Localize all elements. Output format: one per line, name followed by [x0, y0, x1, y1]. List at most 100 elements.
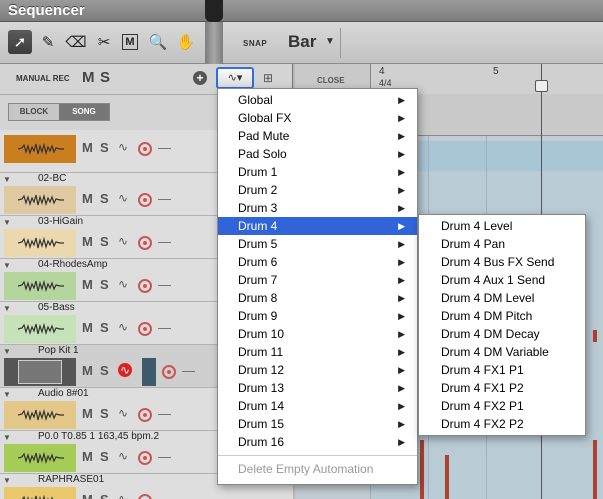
- clip-thumbnail[interactable]: [4, 444, 76, 472]
- playhead-handle[interactable]: [535, 80, 548, 92]
- menu-item-drum-2[interactable]: Drum 2 ▶: [218, 181, 417, 199]
- menu-item-drum-1[interactable]: Drum 1 ▶: [218, 163, 417, 181]
- eraser-tool-icon[interactable]: ⌫: [64, 30, 88, 54]
- clip-thumbnail[interactable]: [4, 135, 76, 163]
- submenu-item-drum-4-bus-fx-send[interactable]: Drum 4 Bus FX Send: [419, 253, 585, 271]
- submenu-item-drum-4-pan[interactable]: Drum 4 Pan: [419, 235, 585, 253]
- automation-icon[interactable]: ∿: [118, 492, 128, 499]
- record-arm-icon[interactable]: [138, 494, 152, 499]
- mute-button[interactable]: M: [82, 234, 93, 249]
- submenu-item-drum-4-fx2-p1[interactable]: Drum 4 FX2 P1: [419, 397, 585, 415]
- clip-thumbnail[interactable]: [4, 315, 76, 343]
- menu-item-global-fx[interactable]: Global FX ▶: [218, 109, 417, 127]
- solo-button[interactable]: S: [100, 277, 109, 292]
- menu-item-drum-10[interactable]: Drum 10 ▶: [218, 325, 417, 343]
- mute-button[interactable]: M: [82, 449, 93, 464]
- menu-item-drum-3[interactable]: Drum 3 ▶: [218, 199, 417, 217]
- menu-item-drum-7[interactable]: Drum 7 ▶: [218, 271, 417, 289]
- automation-icon[interactable]: ∿: [118, 449, 128, 463]
- expand-arrow-icon[interactable]: ▼: [3, 433, 11, 442]
- menu-item-drum-4[interactable]: Drum 4 ▶: [218, 217, 417, 235]
- expand-arrow-icon[interactable]: ▼: [3, 390, 11, 399]
- menu-item-drum-16[interactable]: Drum 16 ▶: [218, 433, 417, 451]
- mute-button[interactable]: M: [82, 320, 93, 335]
- solo-button[interactable]: S: [100, 492, 109, 499]
- snap-select[interactable]: Bar: [288, 32, 316, 52]
- record-arm-icon[interactable]: [138, 279, 152, 293]
- clip-thumbnail[interactable]: [4, 487, 76, 499]
- solo-all-button[interactable]: S: [100, 69, 110, 86]
- submenu-item-drum-4-dm-variable[interactable]: Drum 4 DM Variable: [419, 343, 585, 361]
- record-arm-icon[interactable]: [138, 322, 152, 336]
- mute-button[interactable]: M: [82, 140, 93, 155]
- solo-button[interactable]: S: [100, 363, 109, 378]
- automation-menu-button[interactable]: ∿▾: [216, 67, 254, 89]
- record-arm-icon[interactable]: [138, 408, 152, 422]
- expand-arrow-icon[interactable]: ▼: [3, 304, 11, 313]
- submenu-item-drum-4-dm-level[interactable]: Drum 4 DM Level: [419, 289, 585, 307]
- hand-tool-icon[interactable]: ✋: [174, 30, 198, 54]
- mute-tool-icon[interactable]: M: [122, 34, 138, 50]
- clip-thumbnail[interactable]: [4, 401, 76, 429]
- record-arm-icon[interactable]: [138, 451, 152, 465]
- volume-slider[interactable]: —: [158, 320, 171, 335]
- clip-thumbnail[interactable]: [4, 229, 76, 257]
- automation-icon[interactable]: ∿: [118, 406, 128, 420]
- volume-slider[interactable]: —: [158, 277, 171, 292]
- razor-tool-icon[interactable]: ✂: [92, 30, 116, 54]
- event-marker[interactable]: [420, 440, 424, 499]
- magnify-tool-icon[interactable]: 🔍: [146, 30, 170, 54]
- mute-button[interactable]: M: [82, 277, 93, 292]
- volume-slider[interactable]: —: [158, 406, 171, 421]
- record-arm-icon[interactable]: [138, 236, 152, 250]
- volume-slider[interactable]: —: [158, 234, 171, 249]
- block-song-toggle[interactable]: BLOCK SONG: [8, 103, 110, 121]
- menu-item-drum-14[interactable]: Drum 14 ▶: [218, 397, 417, 415]
- menu-item-pad-mute[interactable]: Pad Mute ▶: [218, 127, 417, 145]
- expand-arrow-icon[interactable]: ▼: [3, 175, 11, 184]
- submenu-item-drum-4-fx1-p2[interactable]: Drum 4 FX1 P2: [419, 379, 585, 397]
- record-arm-icon[interactable]: [162, 365, 176, 379]
- solo-button[interactable]: S: [100, 140, 109, 155]
- mute-button[interactable]: M: [82, 363, 93, 378]
- solo-button[interactable]: S: [100, 234, 109, 249]
- automation-icon[interactable]: ∿: [118, 320, 128, 334]
- mute-button[interactable]: M: [82, 492, 93, 499]
- volume-slider[interactable]: —: [158, 492, 171, 499]
- record-arm-icon[interactable]: [138, 142, 152, 156]
- song-button[interactable]: SONG: [59, 104, 109, 120]
- solo-button[interactable]: S: [100, 406, 109, 421]
- submenu-item-drum-4-dm-pitch[interactable]: Drum 4 DM Pitch: [419, 307, 585, 325]
- mute-button[interactable]: M: [82, 191, 93, 206]
- mute-button[interactable]: M: [82, 406, 93, 421]
- menu-item-drum-8[interactable]: Drum 8 ▶: [218, 289, 417, 307]
- block-button[interactable]: BLOCK: [9, 104, 59, 120]
- automation-icon[interactable]: ∿: [118, 191, 128, 205]
- manual-rec-button[interactable]: MANUAL REC: [16, 74, 70, 83]
- solo-button[interactable]: S: [100, 191, 109, 206]
- pointer-tool-icon[interactable]: ➚: [8, 30, 32, 54]
- menu-item-drum-5[interactable]: Drum 5 ▶: [218, 235, 417, 253]
- menu-item-drum-15[interactable]: Drum 15 ▶: [218, 415, 417, 433]
- menu-item-global[interactable]: Global ▶: [218, 91, 417, 109]
- event-marker[interactable]: [593, 330, 597, 342]
- chevron-down-icon[interactable]: ▼: [325, 36, 335, 47]
- automation-icon[interactable]: ∿: [118, 277, 128, 291]
- menu-item-drum-12[interactable]: Drum 12 ▶: [218, 361, 417, 379]
- grid-icon[interactable]: ⊞: [263, 71, 273, 85]
- automation-icon[interactable]: ∿: [118, 140, 128, 154]
- menu-item-drum-6[interactable]: Drum 6 ▶: [218, 253, 417, 271]
- expand-arrow-icon[interactable]: ▼: [3, 347, 11, 356]
- clip-thumbnail[interactable]: [4, 186, 76, 214]
- menu-item-pad-solo[interactable]: Pad Solo ▶: [218, 145, 417, 163]
- close-button[interactable]: CLOSE: [317, 76, 345, 85]
- submenu-item-drum-4-fx1-p1[interactable]: Drum 4 FX1 P1: [419, 361, 585, 379]
- solo-button[interactable]: S: [100, 320, 109, 335]
- volume-slider[interactable]: —: [158, 449, 171, 464]
- event-marker[interactable]: [445, 455, 449, 499]
- volume-slider[interactable]: —: [158, 140, 171, 155]
- solo-button[interactable]: S: [100, 449, 109, 464]
- submenu-item-drum-4-aux-1-send[interactable]: Drum 4 Aux 1 Send: [419, 271, 585, 289]
- submenu-item-drum-4-level[interactable]: Drum 4 Level: [419, 217, 585, 235]
- volume-slider[interactable]: —: [158, 191, 171, 206]
